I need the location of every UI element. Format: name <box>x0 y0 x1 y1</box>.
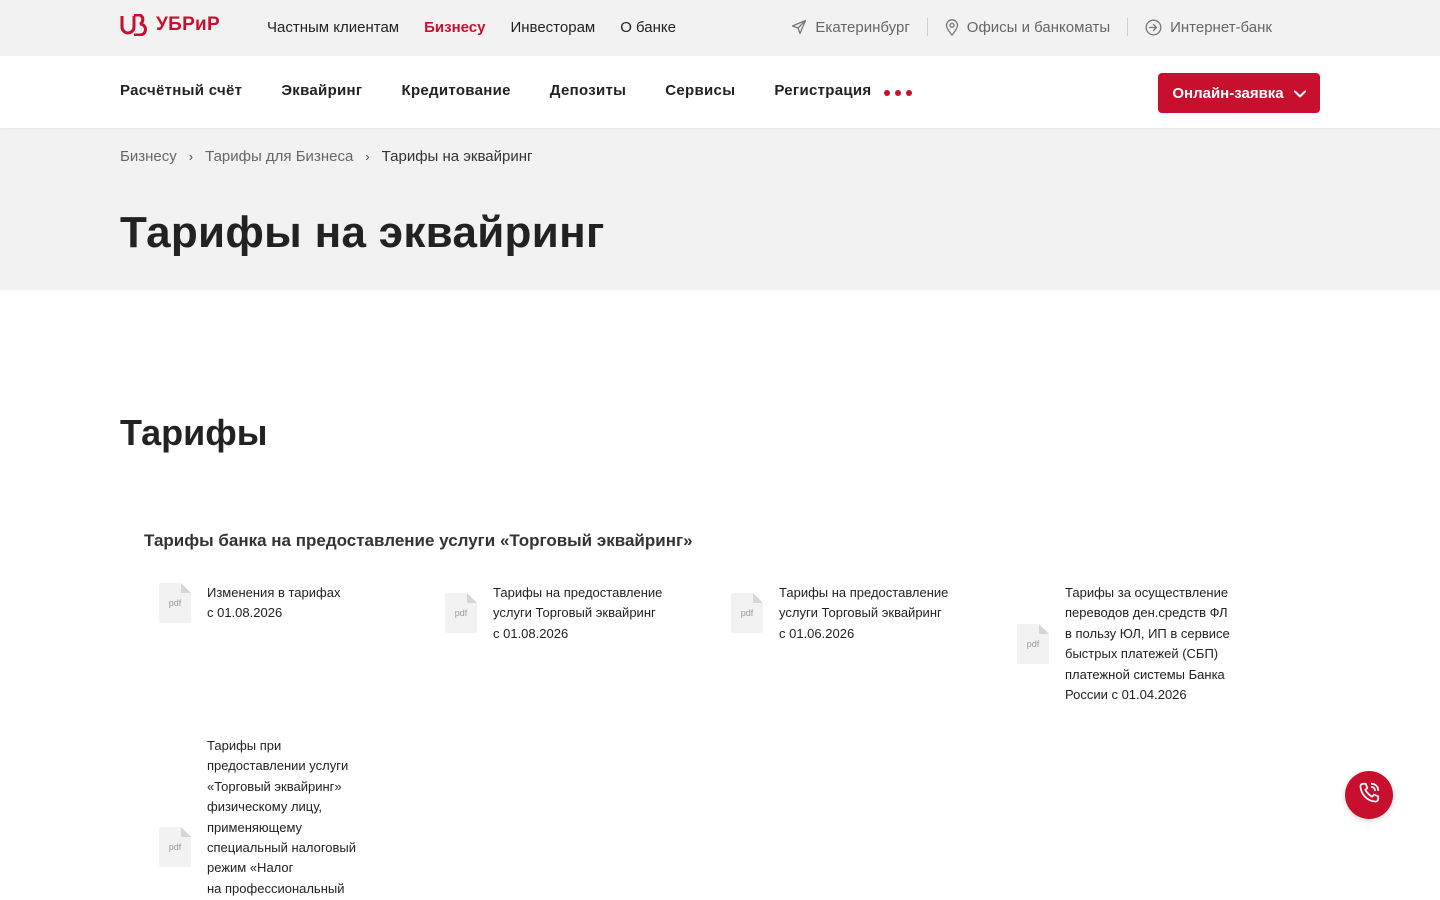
pdf-file-icon: pdf <box>731 593 763 633</box>
main-nav-items: Расчётный счёт Эквайринг Кредитование Де… <box>120 82 871 99</box>
document-link[interactable]: pdf Тарифы за осуществление переводов ден.… <box>1017 583 1230 705</box>
file-extension-label: pdf <box>740 608 754 618</box>
main-nav-credit[interactable]: Кредитование <box>401 82 510 99</box>
document-title-line: в пользу ЮЛ, ИП в сервисе <box>1065 625 1230 641</box>
pdf-file-icon: pdf <box>445 593 477 633</box>
main-nav: Расчётный счёт Эквайринг Кредитование Де… <box>0 56 1440 128</box>
top-nav-business[interactable]: Бизнесу <box>424 19 485 36</box>
top-nav-about[interactable]: О банке <box>620 19 676 36</box>
document-title-line: на профессиональный <box>207 880 345 896</box>
phone-icon <box>1356 780 1382 811</box>
document-title: Тарифы за осуществление переводов ден.сре… <box>1065 583 1230 705</box>
document-title-line: Изменения в тарифах <box>207 585 341 600</box>
document-title-line: России с 01.04.2026 <box>1065 687 1187 703</box>
document-title-line: переводов ден.средств ФЛ <box>1065 605 1228 621</box>
file-extension-label: pdf <box>168 598 182 608</box>
pdf-file-icon: pdf <box>1017 624 1049 664</box>
document-title-line: с 01.06.2026 <box>779 625 855 641</box>
logo-text: УБРиР <box>156 14 221 35</box>
file-extension-label: pdf <box>454 608 468 618</box>
top-nav-investors[interactable]: Инвесторам <box>510 19 595 36</box>
document-title-line: Тарифы на предоставление <box>493 585 663 600</box>
map-pin-icon <box>945 18 959 36</box>
chevron-right-icon: › <box>188 149 194 164</box>
document-title: Тарифы на предоставление услуги Торговый … <box>779 583 948 644</box>
chevron-down-icon <box>1293 85 1306 102</box>
divider <box>926 18 928 36</box>
document-title: Изменения в тарифах с 01.08.2026 <box>207 583 340 624</box>
more-menu-icon[interactable] <box>884 90 912 96</box>
document-title-line: предоставлении услуги <box>207 758 349 774</box>
breadcrumb-business[interactable]: Бизнесу <box>120 148 177 165</box>
logo[interactable]: УБРиР <box>120 14 220 36</box>
city-selector[interactable]: Екатеринбург <box>791 18 910 36</box>
document-link[interactable]: pdf Тарифы при предоставлении услуги «Торго… <box>159 736 356 899</box>
breadcrumb-current: Тарифы на эквайринг <box>381 148 533 165</box>
breadcrumb: Бизнесу › Тарифы для Бизнеса › Тарифы на… <box>120 148 533 165</box>
document-title-line: быстрых платежей (СБП) <box>1065 646 1219 662</box>
document-title-line: услуги Торговый эквайринг <box>493 605 656 621</box>
login-icon <box>1145 19 1162 36</box>
document-link[interactable]: pdf Тарифы на предоставление услуги Торгов… <box>445 583 662 644</box>
document-title-line: Тарифы за осуществление <box>1065 585 1229 600</box>
document-title-line: физическому лицу, <box>207 799 323 815</box>
section-title: Тарифы <box>120 412 268 453</box>
document-title-line: специальный налоговый <box>207 840 357 856</box>
chevron-right-icon: › <box>365 149 370 164</box>
document-title-line: Тарифы на предоставление <box>779 585 949 600</box>
main-nav-deposits[interactable]: Депозиты <box>550 82 626 99</box>
main-nav-acquiring[interactable]: Эквайринг <box>281 82 362 99</box>
document-title-line: «Торговый эквайринг» <box>207 778 342 794</box>
pdf-file-icon: pdf <box>159 583 191 623</box>
document-link[interactable]: pdf Изменения в тарифах с 01.08.2026 <box>159 583 340 624</box>
internet-bank-label: Интернет-банк <box>1170 18 1272 36</box>
document-title-line: Тарифы при <box>207 738 282 753</box>
location-arrow-icon <box>791 19 807 35</box>
main-nav-services[interactable]: Сервисы <box>665 82 735 99</box>
document-title-line: услуги Торговый эквайринг <box>779 605 942 621</box>
offices-label: Офисы и банкоматы <box>966 18 1111 36</box>
offices-link[interactable]: Офисы и банкоматы <box>945 19 1110 36</box>
document-title: Тарифы на предоставление услуги Торговый … <box>493 583 662 644</box>
document-title-line: применяющему <box>207 819 303 835</box>
document-title-line: режим «Налог <box>207 860 294 876</box>
document-title-line: с 01.08.2026 <box>493 625 569 641</box>
city-label: Екатеринбург <box>815 18 910 36</box>
divider <box>1127 18 1129 36</box>
document-title-line: платежной системы Банка <box>1065 666 1225 682</box>
page-title: Тарифы на эквайринг <box>120 208 605 257</box>
breadcrumb-business-tariffs[interactable]: Тарифы для Бизнеса <box>205 148 353 165</box>
top-right-links: Екатеринбург Офисы и банкоматы Интернет-… <box>791 18 1272 36</box>
page-header: Бизнесу › Тарифы для Бизнеса › Тарифы на… <box>0 128 1440 290</box>
group-title: Тарифы банка на предоставление услуги «Т… <box>144 531 693 550</box>
top-nav-private[interactable]: Частным клиентам <box>267 19 399 36</box>
online-application-button[interactable]: Онлайн-заявка <box>1158 73 1320 113</box>
top-nav: Частным клиентам Бизнесу Инвесторам О ба… <box>267 19 676 36</box>
document-link[interactable]: pdf Тарифы на предоставление услуги Торгов… <box>731 583 948 644</box>
main-nav-registration[interactable]: Регистрация <box>774 82 871 99</box>
pdf-file-icon: pdf <box>159 827 191 867</box>
online-application-label: Онлайн-заявка <box>1172 84 1284 102</box>
call-button[interactable] <box>1345 771 1393 819</box>
internet-bank-link[interactable]: Интернет-банк <box>1145 19 1272 36</box>
document-title-line: с 01.08.2026 <box>207 605 283 621</box>
main-nav-account[interactable]: Расчётный счёт <box>120 82 242 99</box>
document-title: Тарифы при предоставлении услуги «Торговый… <box>207 736 356 899</box>
file-extension-label: pdf <box>168 842 182 852</box>
top-bar: УБРиР Частным клиентам Бизнесу Инвестора… <box>0 0 1440 56</box>
file-extension-label: pdf <box>1026 639 1040 649</box>
logo-mark-icon <box>120 14 148 36</box>
